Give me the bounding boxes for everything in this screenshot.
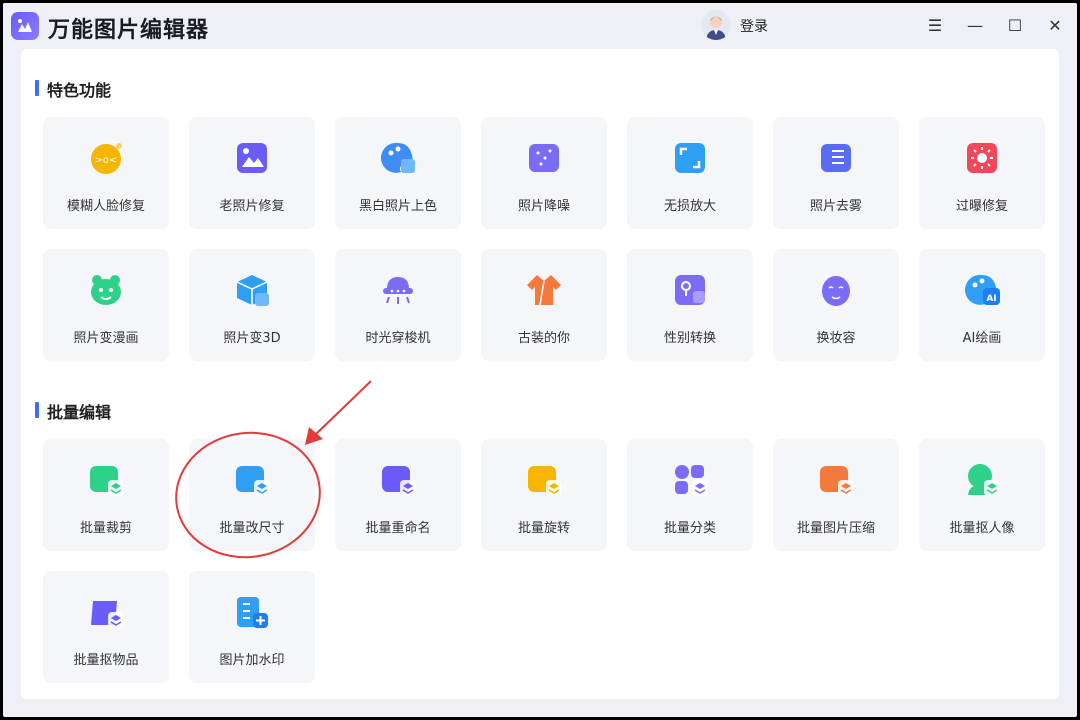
feature-card-label: 照片去雾 [809,199,862,214]
feature-card[interactable]: 批量旋转 [481,439,607,551]
feature-card-label: 批量图片压缩 [796,521,875,536]
feature-card[interactable]: 图片加水印 [189,571,315,683]
blurry-face-icon: >o< [87,139,125,177]
feature-card[interactable]: 过曝修复 [919,117,1045,229]
gender-swap-icon [671,271,709,309]
expand-icon [671,139,709,177]
section-title-featured: 特色功能 [35,77,111,101]
feature-card[interactable]: 批量裁剪 [43,439,169,551]
batch-compress-icon [817,461,855,499]
watermark-icon [233,593,271,631]
feature-card[interactable]: 批量抠物品 [43,571,169,683]
makeup-face-icon [817,271,855,309]
feature-card[interactable]: >o< 模糊人脸修复 [43,117,169,229]
feature-card-label: 无损放大 [663,199,716,214]
feature-card-label: 批量抠人像 [949,521,1015,536]
svg-text:>o<: >o< [95,155,118,166]
minimize-icon[interactable]: — [964,15,986,37]
feature-card-label: 老照片修复 [219,199,285,214]
main-content: 特色功能 批量编辑 >o< 模糊人脸修复 老照片修复 黑白照片上色 照片降噪 无损放大 照片… [21,49,1059,699]
ai-palette-icon: AI [963,271,1001,309]
feature-card-label: 批量分类 [663,521,716,536]
login-link[interactable]: 登录 [740,16,768,36]
feature-card-label: 批量裁剪 [79,521,132,536]
feature-card-label: 照片降噪 [517,199,570,214]
feature-card-label: 过曝修复 [955,199,1008,214]
feature-card-label: 黑白照片上色 [358,199,437,214]
batch-object-cutout-icon [87,593,125,631]
maximize-icon[interactable]: ☐ [1004,15,1026,37]
overexposure-icon [963,139,1001,177]
ufo-icon [379,271,417,309]
feature-card[interactable]: 性别转换 [627,249,753,361]
feature-card[interactable]: 时光穿梭机 [335,249,461,361]
feature-card-label: 古装的你 [517,331,570,346]
feature-card-label: 批量重命名 [365,521,431,536]
feature-card[interactable]: 照片降噪 [481,117,607,229]
feature-card[interactable]: 照片去雾 [773,117,899,229]
batch-classify-icon [671,461,709,499]
batch-rotate-icon [525,461,563,499]
batch-rename-icon [379,461,417,499]
feature-card-label: 时光穿梭机 [365,331,431,346]
feature-card-label: 性别转换 [663,331,716,346]
feature-card[interactable]: 照片变3D [189,249,315,361]
cube-3d-icon [233,271,271,309]
close-icon[interactable]: ✕ [1044,15,1066,37]
user-avatar-icon[interactable] [701,10,731,40]
feature-card[interactable]: 老照片修复 [189,117,315,229]
ancient-robe-icon [525,271,563,309]
svg-text:AI: AI [986,294,996,304]
menu-icon[interactable]: ☰ [924,15,946,37]
feature-card-label: 模糊人脸修复 [66,199,145,214]
feature-card-label: 照片变漫画 [73,331,139,346]
feature-card[interactable]: 批量抠人像 [919,439,1045,551]
feature-card[interactable]: 批量改尺寸 [189,439,315,551]
batch-crop-icon [87,461,125,499]
feature-card[interactable]: 古装的你 [481,249,607,361]
feature-card-label: 批量改尺寸 [219,521,285,536]
feature-card-label: 照片变3D [223,331,281,346]
feature-card[interactable]: 批量图片压缩 [773,439,899,551]
feature-card-label: 批量抠物品 [73,653,139,668]
title-bar[interactable]: 万能图片编辑器 登录 ☰ — ☐ ✕ [3,3,1077,49]
feature-card[interactable]: AI AI绘画 [919,249,1045,361]
feature-card-label: 图片加水印 [219,653,285,668]
app-title: 万能图片编辑器 [48,18,210,43]
batch-portrait-cutout-icon [963,461,1001,499]
app-logo-icon [11,12,39,40]
palette-photo-icon [379,139,417,177]
feature-card[interactable]: 照片变漫画 [43,249,169,361]
feature-card-label: 换妆容 [816,331,856,346]
feature-card[interactable]: 批量重命名 [335,439,461,551]
cartoon-face-icon [87,271,125,309]
feature-card[interactable]: 黑白照片上色 [335,117,461,229]
feature-card-label: AI绘画 [962,331,1002,346]
feature-card[interactable]: 无损放大 [627,117,753,229]
feature-card-label: 批量旋转 [517,521,570,536]
feature-card[interactable]: 换妆容 [773,249,899,361]
denoise-icon [525,139,563,177]
app-window: 万能图片编辑器 登录 ☰ — ☐ ✕ 特色功能 批量编辑 >o< 模糊人脸修复 老照… [3,3,1077,717]
batch-resize-icon [233,461,271,499]
old-photo-icon [233,139,271,177]
feature-card[interactable]: 批量分类 [627,439,753,551]
defog-icon [817,139,855,177]
section-title-batch: 批量编辑 [35,399,111,423]
